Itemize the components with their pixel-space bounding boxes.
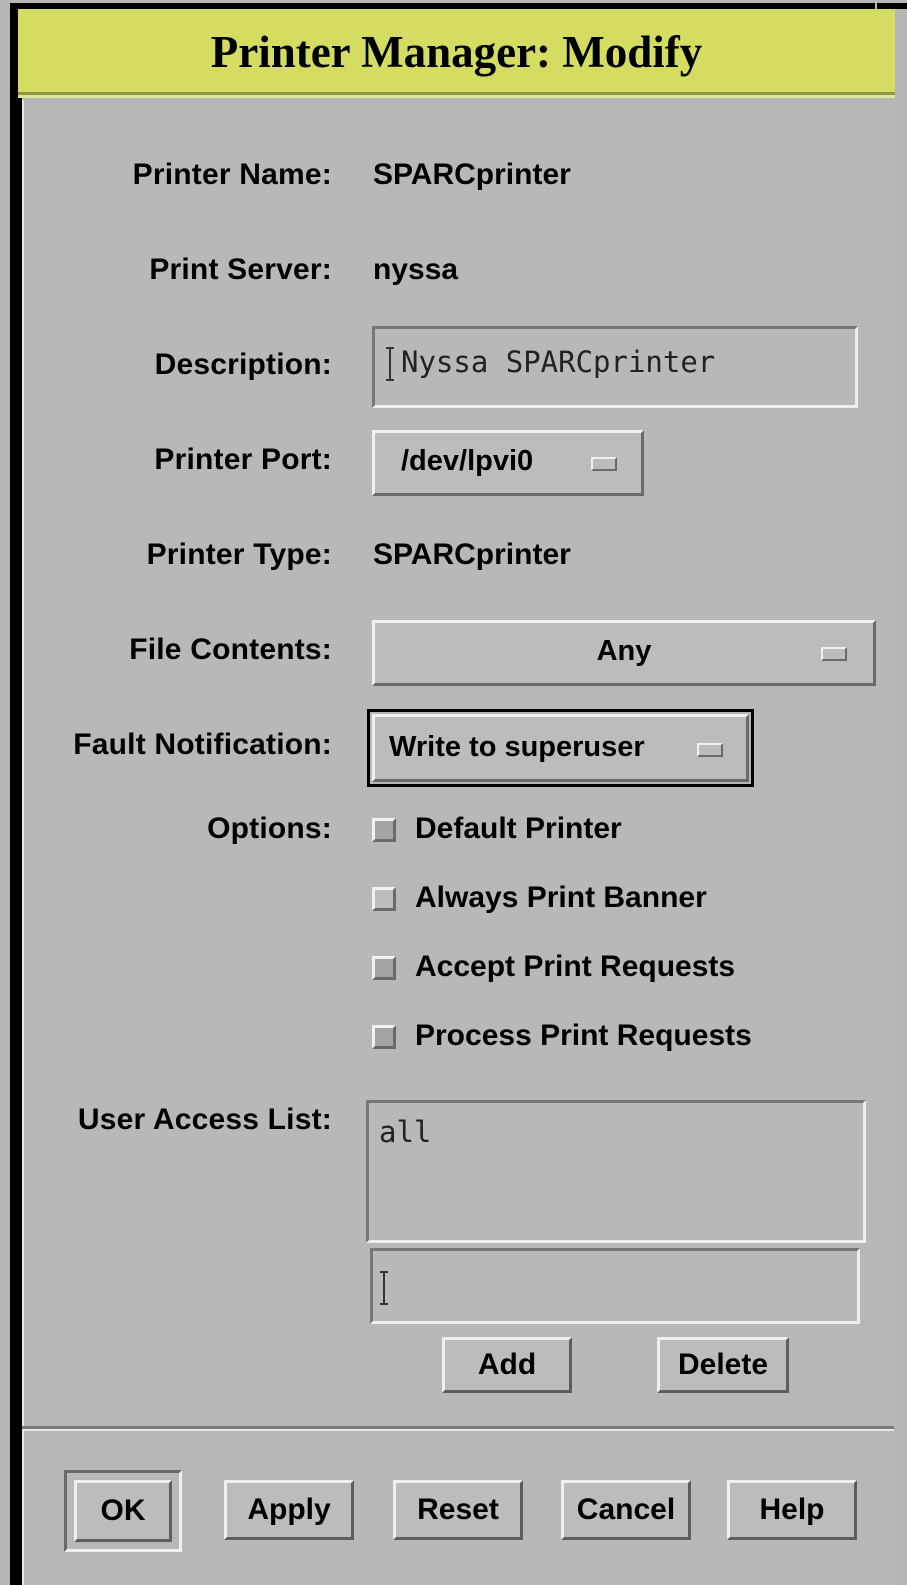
delete-button[interactable]: Delete (657, 1337, 789, 1393)
accept-print-requests-label[interactable]: Accept Print Requests (415, 950, 735, 984)
description-label: Description: (154, 348, 332, 381)
help-button[interactable]: Help (727, 1480, 857, 1540)
reset-button[interactable]: Reset (393, 1480, 523, 1540)
accept-print-requests-checkbox[interactable] (372, 956, 396, 980)
menu-indicator-icon (591, 457, 617, 471)
file-contents-value: Any (596, 635, 652, 667)
window-frame-left (10, 3, 22, 1585)
footer-divider (22, 1426, 894, 1431)
description-field-value: Nyssa SPARCprinter (401, 345, 716, 379)
user-access-input[interactable] (370, 1248, 860, 1324)
printer-type-value: SPARCprinter (373, 538, 571, 571)
printer-port-menu-button[interactable]: /dev/lpvi0 (372, 430, 644, 496)
fault-notification-menu-button[interactable]: Write to superuser (372, 714, 749, 782)
always-print-banner-checkbox[interactable] (372, 887, 396, 911)
menu-indicator-icon (697, 743, 723, 757)
user-access-list-label: User Access List: (77, 1103, 332, 1136)
user-access-list[interactable]: all (366, 1100, 866, 1243)
printer-port-label: Printer Port: (154, 443, 332, 476)
text-caret-icon (386, 347, 399, 381)
ok-button[interactable]: OK (74, 1480, 172, 1542)
fault-notification-label: Fault Notification: (73, 728, 332, 761)
list-item[interactable]: all (379, 1115, 863, 1149)
process-print-requests-label[interactable]: Process Print Requests (415, 1019, 752, 1053)
print-server-value: nyssa (373, 253, 459, 286)
description-field[interactable]: Nyssa SPARCprinter (372, 326, 858, 408)
menu-indicator-icon (821, 647, 847, 661)
apply-button[interactable]: Apply (224, 1480, 354, 1540)
printer-port-value: /dev/lpvi0 (401, 445, 534, 477)
file-contents-menu-button[interactable]: Any (372, 620, 876, 686)
printer-name-value: SPARCprinter (373, 158, 571, 191)
default-printer-checkbox[interactable] (372, 818, 396, 842)
file-contents-label: File Contents: (129, 633, 332, 666)
process-print-requests-checkbox[interactable] (372, 1025, 396, 1049)
default-printer-label[interactable]: Default Printer (415, 812, 622, 846)
window-title: Printer Manager: Modify (18, 9, 895, 98)
cancel-button[interactable]: Cancel (561, 1480, 691, 1540)
always-print-banner-label[interactable]: Always Print Banner (415, 881, 707, 915)
text-caret-icon (380, 1271, 393, 1305)
printer-type-label: Printer Type: (146, 538, 332, 571)
fault-notification-value: Write to superuser (389, 731, 645, 763)
options-label: Options: (207, 812, 332, 845)
add-button[interactable]: Add (442, 1337, 572, 1393)
printer-name-label: Printer Name: (132, 158, 332, 191)
print-server-label: Print Server: (149, 253, 332, 286)
